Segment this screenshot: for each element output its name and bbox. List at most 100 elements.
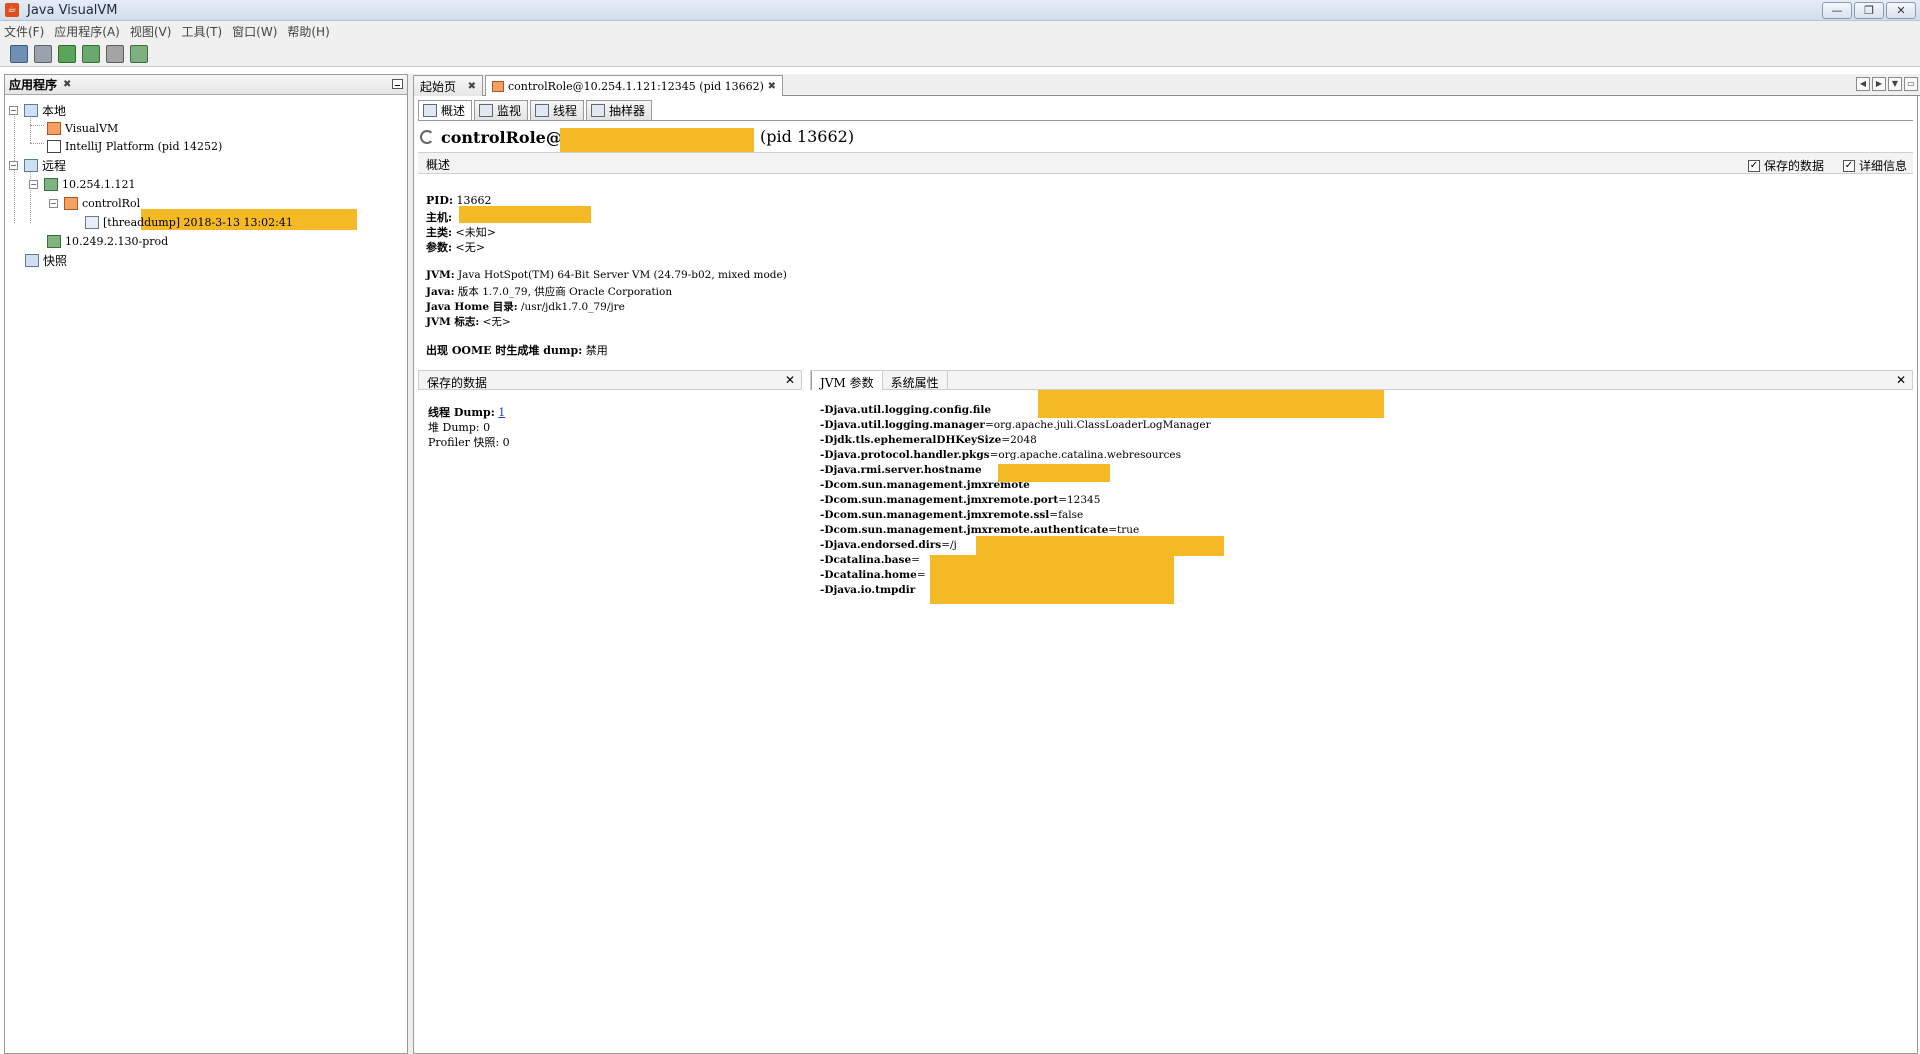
applications-panel-title: 应用程序 — [9, 78, 58, 92]
thread-dump-icon[interactable] — [130, 44, 148, 63]
close-icon[interactable]: ✖ — [768, 81, 776, 92]
menu-view[interactable]: 视图(V) — [130, 23, 172, 40]
window-title: Java VisualVM — [27, 2, 118, 18]
menu-tools[interactable]: 工具(T) — [181, 23, 222, 40]
info-oome-heap-dump: 出现 OOME 时生成堆 dump: 禁用 — [426, 344, 608, 357]
info-arguments: 参数: <无> — [426, 241, 485, 254]
jvm-argument-line: -Dcatalina.base= — [820, 554, 920, 566]
scroll-right-icon[interactable]: ▶ — [1872, 77, 1886, 91]
tree-node-host-10-249-2-130[interactable]: 10.249.2.130-prod — [47, 232, 168, 250]
close-icon[interactable]: ✕ — [785, 373, 795, 387]
close-button[interactable]: ✕ — [1886, 2, 1916, 19]
redaction-block — [998, 464, 1110, 482]
info-main-class: 主类: <未知> — [426, 226, 496, 239]
jvm-argument-line: -Djava.util.logging.config.file — [820, 404, 992, 416]
menu-help[interactable]: 帮助(H) — [287, 23, 329, 40]
tab-threads[interactable]: 线程 — [530, 100, 585, 120]
jvm-argument-line: -Djava.endorsed.dirs=/j — [820, 539, 957, 551]
tree-node-visualvm[interactable]: VisualVM — [47, 119, 118, 137]
collapse-icon[interactable]: − — [9, 105, 18, 115]
close-icon[interactable]: ✖ — [63, 79, 71, 90]
minimize-button[interactable]: — — [1822, 2, 1852, 19]
process-title: controlRole@ — [441, 127, 562, 147]
load-snapshot-icon[interactable] — [10, 44, 28, 63]
tab-list-icon[interactable]: ▼ — [1888, 77, 1902, 91]
tab-overview[interactable]: 概述 — [418, 100, 473, 120]
sampler-icon — [591, 104, 606, 117]
jvm-argument-line: -Dcom.sun.management.jmxremote.ssl=false — [820, 509, 1084, 521]
tab-sampler[interactable]: 抽样器 — [586, 100, 653, 120]
close-icon[interactable]: ✕ — [1896, 373, 1906, 387]
minimize-panel-icon[interactable] — [392, 79, 403, 89]
overview-icon — [423, 104, 437, 117]
tree-node-control-role[interactable]: − controlRol — [49, 194, 140, 212]
menu-applications[interactable]: 应用程序(A) — [54, 23, 120, 40]
thread-dump-link[interactable]: 1 — [498, 406, 505, 419]
saved-data-header: 保存的数据 ✕ — [418, 370, 802, 390]
info-host: 主机: — [426, 211, 453, 224]
tree-node-snapshots[interactable]: 快照 — [25, 251, 67, 269]
process-pid: (pid 13662) — [760, 127, 855, 146]
restore-button[interactable]: ❐ — [1854, 2, 1884, 19]
jvm-argument-line: -Djava.util.logging.manager=org.apache.j… — [820, 419, 1211, 431]
thread-dump-icon — [85, 215, 99, 229]
remote-host-icon — [47, 234, 61, 248]
saved-data-panel: 保存的数据 ✕ 线程 Dump: 1 堆 Dump: 0 Profiler 快照… — [418, 370, 802, 1050]
section-title: 概述 — [426, 158, 451, 172]
checkbox-checked-icon[interactable]: ✓ — [1748, 159, 1760, 172]
saved-heap-dump: 堆 Dump: 0 — [428, 421, 491, 434]
save-icon[interactable] — [34, 44, 52, 63]
process-header: controlRole@ (pid 13662) — [420, 126, 854, 154]
intellij-icon — [47, 139, 61, 153]
overview-section-bar: 概述 ✓ 保存的数据 ✓ 详细信息 — [418, 152, 1913, 174]
tree-node-threaddump[interactable]: [threaddump] 2018-3-13 13:02:41 — [85, 213, 293, 231]
collapse-icon[interactable]: − — [29, 179, 38, 189]
redaction-block — [976, 536, 1224, 556]
tree-node-host-10-254-1-121[interactable]: − 10.254.1.121 — [29, 175, 135, 193]
jmx-application-icon — [492, 80, 504, 92]
visualvm-icon — [47, 121, 61, 135]
menu-bar: 文件(F) 应用程序(A) 视图(V) 工具(T) 窗口(W) 帮助(H) — [0, 21, 1920, 41]
tab-monitor[interactable]: 监视 — [474, 100, 529, 120]
menu-window[interactable]: 窗口(W) — [232, 23, 277, 40]
redaction-block — [1038, 390, 1384, 418]
applications-panel-header: 应用程序 ✖ — [5, 75, 407, 95]
heap-dump-icon[interactable] — [106, 44, 124, 63]
collapse-icon[interactable]: − — [49, 198, 58, 208]
tree-node-local[interactable]: − 本地 — [9, 101, 66, 119]
document-tabs: 起始页 ✖ controlRole@10.254.1.121:12345 (pi… — [413, 74, 1920, 96]
collapse-icon[interactable]: − — [9, 160, 18, 170]
menu-file[interactable]: 文件(F) — [4, 23, 44, 40]
snapshots-icon — [25, 253, 39, 267]
tab-system-properties[interactable]: 系统属性 — [883, 371, 948, 390]
toolbar — [0, 41, 1920, 67]
info-java-home: Java Home 目录: /usr/jdk1.7.0_79/jre — [426, 301, 625, 313]
tab-start-page[interactable]: 起始页 ✖ — [413, 75, 483, 96]
saved-data-checkbox[interactable]: ✓ 保存的数据 — [1748, 157, 1824, 174]
redaction-block — [560, 128, 754, 154]
jmx-application-icon — [64, 196, 78, 210]
jvm-argument-line: -Djdk.tls.ephemeralDHKeySize=2048 — [820, 434, 1037, 446]
redaction-block — [930, 555, 1174, 604]
checkbox-checked-icon[interactable]: ✓ — [1843, 159, 1855, 172]
scroll-left-icon[interactable]: ◀ — [1856, 77, 1870, 91]
loading-spinner-icon — [420, 130, 434, 144]
tab-control-role[interactable]: controlRole@10.254.1.121:12345 (pid 1366… — [485, 75, 783, 96]
details-checkbox[interactable]: ✓ 详细信息 — [1843, 157, 1907, 174]
monitor-icon — [479, 104, 494, 117]
maximize-icon[interactable]: ▭ — [1904, 77, 1918, 91]
jvm-argument-line: -Dcom.sun.management.jmxremote.port=1234… — [820, 494, 1101, 506]
add-remote-host-icon[interactable] — [82, 44, 100, 63]
add-jmx-connection-icon[interactable] — [58, 44, 76, 63]
remote-host-icon — [44, 177, 58, 191]
jvm-details-panel: JVM 参数 系统属性 ✕ -Djava.util.logging.config… — [810, 370, 1913, 1050]
tree-node-intellij[interactable]: IntelliJ Platform (pid 14252) — [47, 137, 222, 155]
tree-node-remote[interactable]: − 远程 — [9, 156, 66, 174]
jvm-argument-line: -Djava.io.tmpdir — [820, 584, 916, 596]
tab-jvm-arguments[interactable]: JVM 参数 — [811, 371, 883, 390]
java-app-icon: ☕ — [5, 3, 19, 17]
title-bar: ☕ Java VisualVM — ❐ ✕ — [0, 0, 1920, 21]
jvm-details-tabs: JVM 参数 系统属性 ✕ — [810, 370, 1913, 390]
close-icon[interactable]: ✖ — [468, 81, 476, 92]
jvm-argument-line: -Djava.rmi.server.hostname — [820, 464, 982, 476]
